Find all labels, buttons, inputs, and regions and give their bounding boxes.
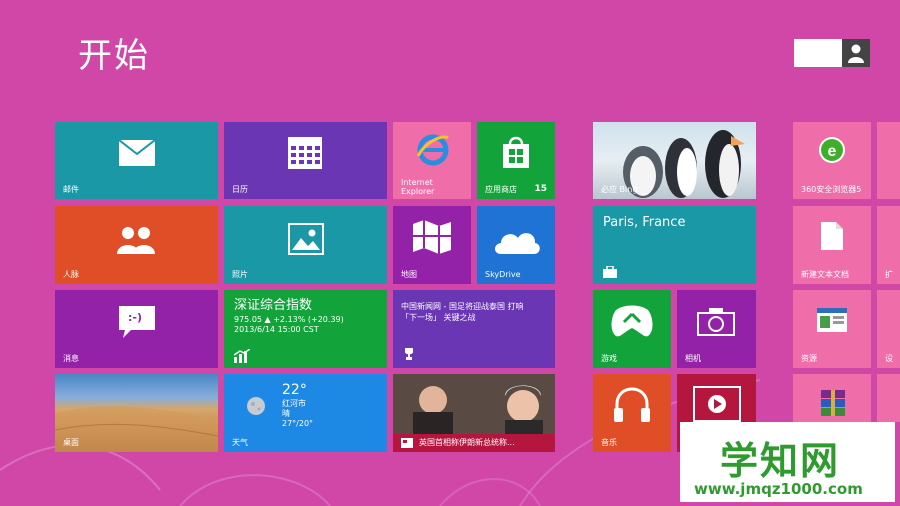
weather-city: 红河市 xyxy=(282,399,306,408)
tile-travel[interactable]: Paris, France xyxy=(593,206,756,284)
video-icon xyxy=(693,386,741,422)
finance-heading: 深证综合指数 xyxy=(234,298,313,313)
tile-label: 照片 xyxy=(232,270,248,279)
xbox-icon xyxy=(611,305,653,337)
travel-heading: Paris, France xyxy=(603,215,686,230)
tile-news[interactable]: 英国首相称伊朗新总统称... xyxy=(393,374,555,452)
window-icon xyxy=(817,308,847,332)
tile-store[interactable]: 应用商店 15 xyxy=(477,122,555,199)
user-account[interactable] xyxy=(794,39,870,67)
browser-360-icon: e xyxy=(819,137,845,163)
calendar-icon xyxy=(288,137,322,169)
tile-bing[interactable]: 必应 Bing xyxy=(593,122,756,199)
tile-label: 游戏 xyxy=(601,354,617,363)
tile-resources[interactable]: 资源 xyxy=(793,290,871,368)
tile-label: 邮件 xyxy=(63,185,79,194)
camera-icon xyxy=(697,308,735,336)
tile-col4-1[interactable] xyxy=(877,122,900,199)
start-title: 开始 xyxy=(78,36,150,76)
headphones-icon xyxy=(614,387,650,422)
finance-timestamp: 2013/6/14 15:00 CST xyxy=(234,325,319,334)
finance-quote: 975.05 ▲ +2.13% (+20.39) xyxy=(234,315,344,324)
tile-weather[interactable]: 22° 红河市 晴 27°/20° 天气 xyxy=(224,374,387,452)
user-avatar-icon[interactable] xyxy=(842,39,870,67)
tile-games[interactable]: 游戏 xyxy=(593,290,671,368)
people-icon xyxy=(117,227,155,254)
tile-label: 地图 xyxy=(401,270,417,279)
tile-label: 资源 xyxy=(801,354,817,363)
mail-icon xyxy=(119,140,155,166)
tile-label: 新建文本文档 xyxy=(801,270,849,279)
svg-text:e: e xyxy=(828,143,837,160)
tile-label: 360安全浏览器5 xyxy=(801,185,862,194)
sports-headline-1: 中国新闻网 - 国足将迎战泰国 打响 xyxy=(401,302,524,311)
tile-music[interactable]: 音乐 xyxy=(593,374,671,452)
tile-label: 应用商店 xyxy=(485,185,517,194)
news-icon xyxy=(401,438,413,448)
tile-new-document[interactable]: 新建文本文档 xyxy=(793,206,871,284)
tile-label: 英国首相称伊朗新总统称... xyxy=(419,438,515,447)
tile-messaging[interactable]: :-) 消息 xyxy=(55,290,218,368)
store-badge: 15 xyxy=(534,184,547,194)
tile-winrar[interactable] xyxy=(793,374,871,422)
tile-skydrive[interactable]: SkyDrive xyxy=(477,206,555,284)
tile-label: 消息 xyxy=(63,354,79,363)
maps-icon xyxy=(413,220,451,254)
document-icon xyxy=(821,222,843,250)
tile-label: 设 xyxy=(885,354,893,363)
tile-360-browser[interactable]: e 360安全浏览器5 xyxy=(793,122,871,199)
tile-label-line2: Explorer xyxy=(401,187,435,196)
watermark: 学知网 www.jmqz1000.com xyxy=(680,422,895,502)
tile-col4-4[interactable] xyxy=(877,374,900,422)
desert-image xyxy=(55,406,218,452)
tile-maps[interactable]: 地图 xyxy=(393,206,471,284)
tile-finance[interactable]: 深证综合指数 975.05 ▲ +2.13% (+20.39) 2013/6/1… xyxy=(224,290,387,368)
user-name-box[interactable] xyxy=(794,39,842,67)
tile-label: 桌面 xyxy=(63,438,79,447)
weather-condition: 晴 xyxy=(282,409,290,418)
tile-photos[interactable]: 照片 xyxy=(224,206,387,284)
photos-icon xyxy=(288,223,324,255)
suitcase-icon xyxy=(603,266,617,278)
tile-label: 音乐 xyxy=(601,438,617,447)
trophy-icon xyxy=(405,348,413,360)
tile-calendar[interactable]: 日历 xyxy=(224,122,387,199)
tile-desktop[interactable]: 桌面 xyxy=(55,374,218,452)
emoticon-text: :-) xyxy=(128,311,142,324)
ie-icon xyxy=(417,134,449,166)
winrar-icon xyxy=(821,390,845,416)
tile-camera[interactable]: 相机 xyxy=(677,290,756,368)
watermark-logo-text: 学知网 xyxy=(720,439,841,483)
tile-label: 相机 xyxy=(685,354,701,363)
moon-icon xyxy=(247,397,265,415)
tile-label: SkyDrive xyxy=(485,270,521,279)
tile-label: 天气 xyxy=(232,438,248,447)
tile-label: 人脉 xyxy=(63,270,79,279)
tile-mail[interactable]: 邮件 xyxy=(55,122,218,199)
tile-people[interactable]: 人脉 xyxy=(55,206,218,284)
weather-range: 27°/20° xyxy=(282,419,314,428)
tile-internet-explorer[interactable]: Internet Explorer xyxy=(393,122,471,199)
tile-label: Internet Explorer xyxy=(401,178,434,196)
tile-col4-2[interactable]: 扩 xyxy=(877,206,900,284)
sports-headline-2: 「下一场」 关键之战 xyxy=(401,313,476,322)
weather-temperature: 22° xyxy=(282,382,307,398)
cloud-icon xyxy=(495,233,540,254)
tile-label: 必应 Bing xyxy=(601,185,638,194)
watermark-url: www.jmqz1000.com xyxy=(694,480,863,498)
tile-sports[interactable]: 中国新闻网 - 国足将迎战泰国 打响 「下一场」 关键之战 xyxy=(393,290,555,368)
tile-col4-3[interactable]: 设 xyxy=(877,290,900,368)
tile-label: 扩 xyxy=(885,270,893,279)
tile-label-line1: Internet xyxy=(401,178,433,187)
chart-icon xyxy=(234,349,250,363)
tile-label: 日历 xyxy=(232,185,248,194)
store-icon xyxy=(503,136,529,168)
